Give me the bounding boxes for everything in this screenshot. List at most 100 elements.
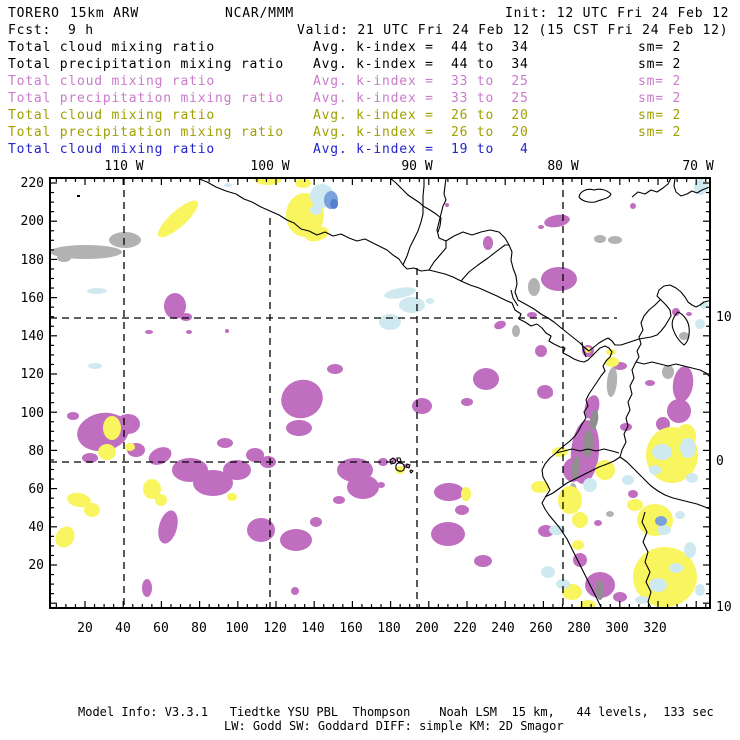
cloud-region-g bbox=[662, 365, 674, 379]
cloud-region-c bbox=[541, 566, 555, 578]
x-grid-label: 80 bbox=[191, 621, 207, 636]
coastline-path bbox=[578, 188, 612, 203]
cloud-region-c bbox=[675, 511, 685, 519]
cloud-region-p bbox=[67, 412, 79, 420]
cloud-region-y bbox=[572, 540, 584, 550]
cloud-region-p bbox=[377, 482, 385, 488]
cloud-region-y bbox=[84, 503, 100, 517]
cloud-region-p bbox=[145, 330, 153, 334]
cloud-region-c bbox=[695, 584, 705, 596]
cloud-region-p bbox=[667, 399, 691, 423]
y-grid-label: 180 bbox=[21, 253, 44, 268]
cloud-region-y bbox=[157, 200, 199, 238]
cloud-region-y bbox=[461, 487, 471, 501]
cloud-region-c bbox=[88, 363, 102, 369]
cloud-region-p bbox=[412, 398, 432, 414]
cloud-region-p bbox=[594, 520, 602, 526]
cloud-region-y bbox=[227, 493, 237, 501]
cloud-region-g bbox=[528, 278, 540, 296]
cloud-region-c bbox=[583, 478, 597, 492]
x-grid-label: 180 bbox=[377, 621, 400, 636]
longitude-label: 100 W bbox=[250, 159, 289, 174]
y-grid-label: 200 bbox=[21, 214, 44, 229]
coastline-path bbox=[671, 311, 690, 346]
cloud-region-p bbox=[247, 518, 275, 542]
cloud-region-c bbox=[399, 297, 425, 313]
cloud-region-p bbox=[291, 587, 299, 595]
y-grid-label: 80 bbox=[28, 444, 44, 459]
y-grid-label: 120 bbox=[21, 367, 44, 382]
longitude-label: 70 W bbox=[682, 159, 713, 174]
x-grid-label: 280 bbox=[567, 621, 590, 636]
cloud-region-c bbox=[669, 563, 683, 573]
weather-model-plot-page: TORERO 15km ARW NCAR/MMM Init: 12 UTC Fr… bbox=[0, 0, 740, 740]
cloud-region-p bbox=[158, 510, 178, 544]
cloud-region-c bbox=[310, 205, 322, 215]
cloud-region-c bbox=[652, 444, 672, 460]
cloud-region-c bbox=[379, 314, 401, 330]
fill-regions bbox=[51, 179, 708, 607]
x-grid-label: 40 bbox=[115, 621, 131, 636]
cloud-region-c bbox=[87, 288, 107, 294]
cloud-region-p bbox=[494, 320, 506, 330]
cloud-region-c bbox=[426, 298, 434, 304]
cloud-region-p bbox=[539, 390, 553, 398]
cloud-region-p bbox=[280, 529, 312, 551]
cloud-region-p bbox=[628, 490, 638, 498]
x-grid-label: 240 bbox=[491, 621, 514, 636]
cloud-region-c bbox=[224, 183, 232, 187]
cloud-region-c bbox=[657, 525, 671, 535]
cloud-region-p bbox=[473, 368, 499, 390]
longitude-label: 110 W bbox=[104, 159, 143, 174]
cloud-region-g bbox=[608, 236, 622, 244]
cloud-region-c bbox=[684, 542, 696, 558]
cloud-region-p bbox=[535, 345, 547, 357]
island-dot bbox=[77, 195, 80, 197]
cloud-region-p bbox=[281, 379, 323, 419]
cloud-region-p bbox=[142, 579, 152, 597]
cloud-region-p bbox=[527, 312, 537, 318]
cloud-region-g bbox=[109, 232, 141, 248]
cloud-region-p bbox=[686, 312, 692, 316]
cloud-region-p bbox=[225, 329, 229, 333]
y-grid-label: 60 bbox=[28, 482, 44, 497]
cloud-region-p bbox=[180, 313, 192, 321]
coastline-path bbox=[389, 177, 710, 352]
latitude-label: 0 bbox=[716, 454, 724, 469]
x-grid-label: 100 bbox=[225, 621, 248, 636]
cloud-region-c bbox=[649, 578, 667, 592]
y-grid-label: 100 bbox=[21, 406, 44, 421]
cloud-region-c bbox=[622, 475, 634, 485]
cloud-region-c bbox=[695, 319, 705, 329]
cloud-region-p bbox=[310, 517, 322, 527]
cloud-region-p bbox=[347, 475, 379, 499]
x-grid-label: 60 bbox=[153, 621, 169, 636]
cloud-region-p bbox=[461, 398, 473, 406]
cloud-region-p bbox=[474, 555, 492, 567]
cloud-region-y bbox=[558, 486, 582, 514]
cloud-region-p bbox=[217, 438, 233, 448]
y-grid-label: 40 bbox=[28, 520, 44, 535]
cloud-region-p bbox=[223, 460, 251, 480]
x-grid-label: 120 bbox=[263, 621, 286, 636]
y-grid-label: 20 bbox=[28, 558, 44, 573]
cloud-region-c bbox=[649, 465, 661, 475]
cloud-region-y bbox=[627, 499, 643, 511]
x-grid-label: 260 bbox=[529, 621, 552, 636]
y-grid-label: 140 bbox=[21, 329, 44, 344]
cloud-region-c bbox=[635, 596, 649, 604]
cloud-region-y bbox=[125, 443, 135, 451]
x-grid-label: 320 bbox=[643, 621, 666, 636]
cloud-region-p bbox=[541, 267, 577, 291]
cloud-region-p bbox=[630, 203, 636, 209]
cloud-region-y bbox=[572, 512, 588, 528]
cloud-region-y bbox=[605, 357, 619, 367]
x-grid-label: 20 bbox=[77, 621, 93, 636]
cloud-region-dg bbox=[596, 580, 604, 600]
cloud-region-p bbox=[186, 330, 192, 334]
cloud-region-p bbox=[327, 364, 343, 374]
cloud-region-p bbox=[431, 522, 465, 546]
cloud-region-g bbox=[594, 235, 606, 243]
cloud-region-y bbox=[103, 416, 121, 440]
cloud-region-p bbox=[672, 366, 694, 402]
